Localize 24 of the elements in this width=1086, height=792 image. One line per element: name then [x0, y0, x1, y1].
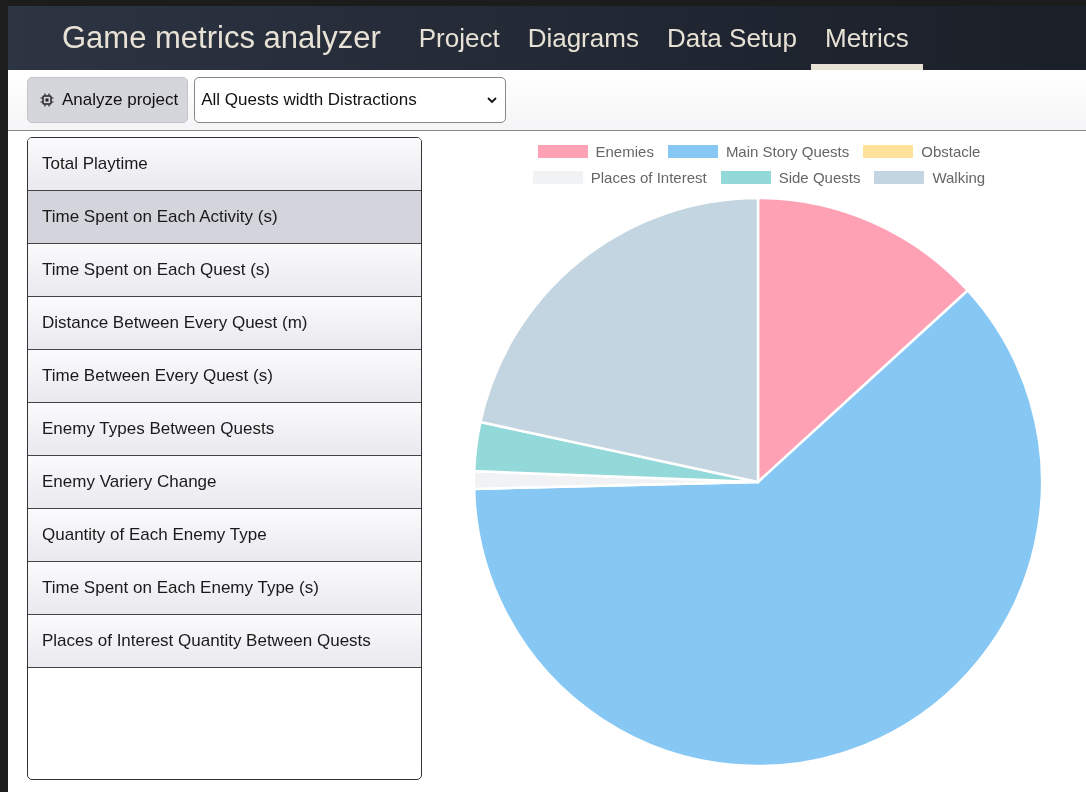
nav-tab[interactable]: Data Setup — [652, 6, 811, 70]
chevron-icon — [487, 96, 498, 104]
legend-label[interactable]: Walking — [932, 169, 986, 186]
nav-tab[interactable]: Diagrams — [513, 6, 653, 70]
metric-item[interactable]: Total Playtime — [28, 138, 421, 191]
legend-label[interactable]: Enemies — [595, 143, 654, 160]
metric-item[interactable]: Time Spent on Each Activity (s) — [28, 191, 421, 244]
metric-item[interactable]: Quantity of Each Enemy Type — [28, 509, 421, 562]
analyze-button[interactable]: Analyze project — [27, 77, 189, 123]
legend-label[interactable]: Places of Interest — [590, 169, 707, 186]
metric-item[interactable]: Time Between Every Quest (s) — [28, 350, 421, 403]
legend-label[interactable]: Obstacle — [921, 143, 981, 160]
metric-item[interactable]: Enemy Variery Change — [28, 456, 421, 509]
metric-item[interactable]: Places of Interest Quantity Between Quests — [28, 615, 421, 668]
chip-icon — [40, 93, 54, 107]
app-title: Game metrics analyzer — [62, 19, 381, 57]
legend-label[interactable]: Main Story Quests — [725, 143, 850, 160]
metric-item[interactable]: Enemy Types Between Quests — [28, 403, 421, 456]
dataset-select[interactable]: All Quests width Distractions — [194, 77, 507, 123]
metric-item[interactable]: Distance Between Every Quest (m) — [28, 297, 421, 350]
metric-item[interactable]: Time Spent on Each Enemy Type (s) — [28, 562, 421, 615]
nav-tab[interactable]: Project — [404, 6, 514, 70]
legend-label[interactable]: Side Quests — [778, 169, 861, 186]
metric-item[interactable]: Time Spent on Each Quest (s) — [28, 244, 421, 297]
